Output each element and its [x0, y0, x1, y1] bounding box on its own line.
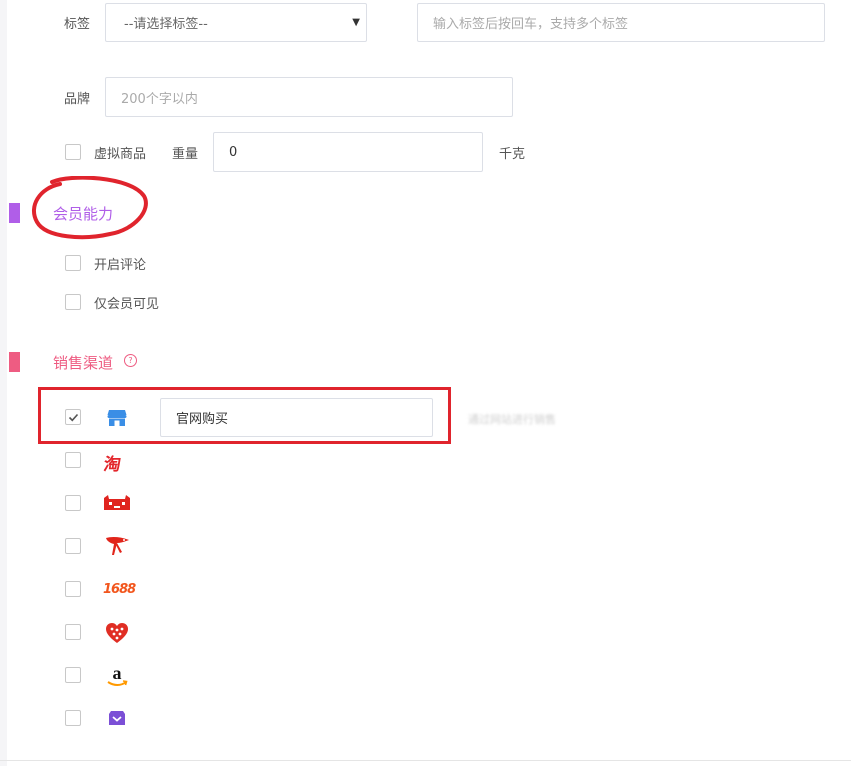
tags-select-value: --请选择标签-- — [124, 17, 208, 32]
weight-unit: 千克 — [499, 147, 526, 162]
brand-input-placeholder: 200个字以内 — [121, 91, 198, 107]
question-circle-icon[interactable]: ? — [124, 354, 137, 367]
tags-label: 标签 — [64, 17, 91, 32]
weight-input[interactable]: 0 — [213, 132, 483, 172]
brand-label: 品牌 — [64, 92, 91, 107]
tags-input[interactable]: 输入标签后按回车，支持多个标签 — [417, 3, 825, 42]
enable-comments-checkbox[interactable] — [65, 255, 81, 271]
channel-shop-bag-checkbox[interactable] — [65, 710, 81, 726]
weight-label: 重量 — [172, 147, 199, 162]
red-box-annotation — [38, 387, 451, 444]
weight-input-value: 0 — [229, 144, 238, 160]
channel-pinduoduo-checkbox[interactable] — [65, 624, 81, 640]
red-circle-annotation — [31, 176, 148, 240]
channel-1688-checkbox[interactable] — [65, 581, 81, 597]
virtual-goods-checkbox[interactable] — [65, 144, 81, 160]
taobao-icon: 淘 — [102, 455, 123, 475]
1688-icon: 1688 — [103, 582, 136, 597]
channel-tmall-checkbox[interactable] — [65, 495, 81, 511]
tags-select[interactable]: --请选择标签-- ▼ — [105, 3, 367, 42]
enable-comments-label: 开启评论 — [94, 258, 147, 273]
pinduoduo-icon — [106, 623, 128, 643]
channel-jd-checkbox[interactable] — [65, 538, 81, 554]
channel-website-hint: 通过网站进行销售 — [468, 413, 556, 426]
jd-icon — [106, 536, 129, 555]
channel-taobao-checkbox[interactable] — [65, 452, 81, 468]
bottom-divider — [0, 760, 851, 761]
sales-section-title: 销售渠道 — [53, 354, 114, 372]
virtual-goods-label: 虚拟商品 — [94, 147, 147, 162]
members-only-label: 仅会员可见 — [94, 297, 160, 312]
members-only-checkbox[interactable] — [65, 294, 81, 310]
left-rail — [0, 0, 7, 766]
svg-text:a: a — [113, 664, 122, 683]
shop-bag-icon — [109, 711, 125, 725]
caret-down-icon: ▼ — [352, 17, 360, 28]
amazon-icon: a — [107, 664, 128, 686]
member-section-marker — [9, 203, 20, 223]
channel-amazon-checkbox[interactable] — [65, 667, 81, 683]
tags-input-placeholder: 输入标签后按回车，支持多个标签 — [433, 17, 629, 32]
sales-section-marker — [9, 352, 20, 372]
tmall-icon — [104, 495, 130, 510]
brand-input[interactable]: 200个字以内 — [105, 77, 513, 117]
